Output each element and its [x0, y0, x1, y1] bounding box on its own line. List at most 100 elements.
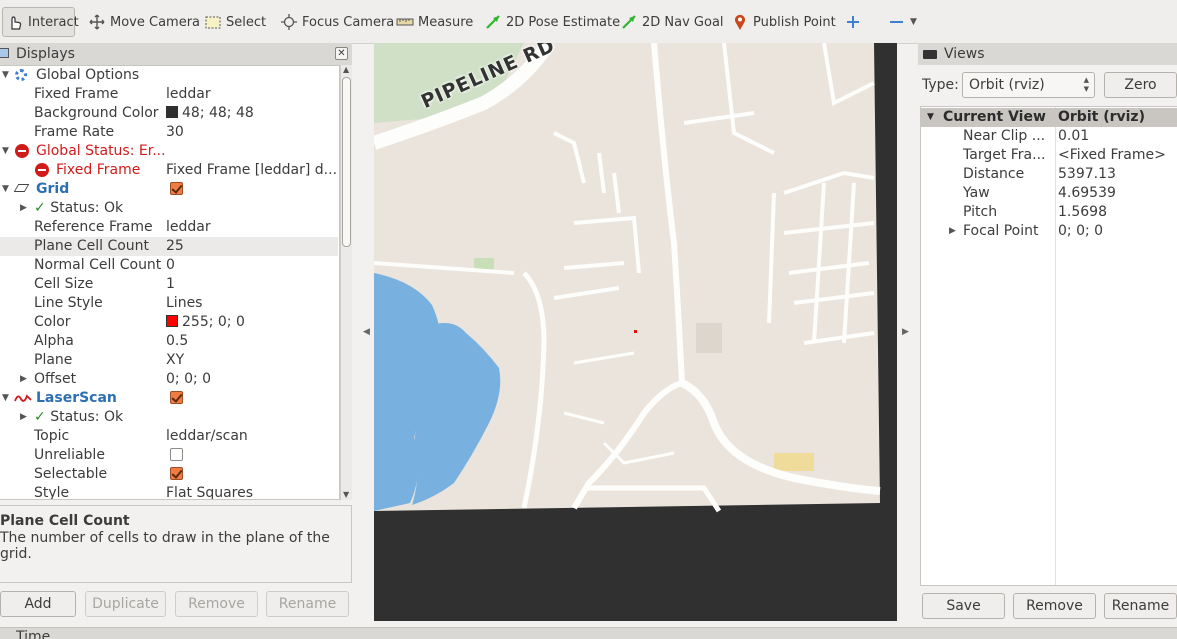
tree-row-name: Style: [34, 485, 70, 500]
tree-row[interactable]: Plane XY: [0, 351, 338, 370]
save-view-button[interactable]: Save: [922, 593, 1005, 619]
collapse-left-icon[interactable]: ◀: [363, 327, 370, 337]
tree-row-value[interactable]: 0: [166, 256, 175, 275]
map-tile-image: [374, 43, 881, 513]
tree-row[interactable]: Fixed Frame leddar: [0, 85, 338, 104]
select-tool-button[interactable]: Select: [204, 8, 266, 36]
tree-row-name: Selectable: [34, 466, 108, 482]
view-property-row[interactable]: Target Fra... <Fixed Frame>: [921, 146, 1177, 165]
nav-goal-tool-button[interactable]: 2D Nav Goal: [620, 8, 724, 36]
publish-point-tool-button[interactable]: Publish Point: [731, 8, 836, 36]
remove-display-button[interactable]: Remove: [175, 591, 258, 617]
tree-row-value[interactable]: 25: [166, 237, 184, 256]
render-viewport[interactable]: PIPELINE RD: [374, 43, 897, 621]
pose-estimate-tool-button[interactable]: 2D Pose Estimate: [484, 8, 620, 36]
tree-row[interactable]: Style Flat Squares: [0, 484, 338, 500]
checkmark-icon: ✓: [34, 409, 46, 425]
tree-row-selected[interactable]: Plane Cell Count 25: [0, 237, 338, 256]
rename-view-button[interactable]: Rename: [1104, 593, 1177, 619]
expand-arrow-icon[interactable]: ▼: [2, 66, 9, 85]
view-property-value[interactable]: 1.5698: [1058, 203, 1107, 222]
view-property-value[interactable]: 5397.13: [1058, 165, 1116, 184]
tree-row-value[interactable]: 1: [166, 275, 175, 294]
current-view-row[interactable]: ▼ Current View Orbit (rviz): [921, 108, 1177, 127]
add-display-button[interactable]: Add: [0, 591, 76, 617]
expand-arrow-icon[interactable]: ▼: [2, 142, 9, 161]
right-splitter-handle[interactable]: ▶: [897, 43, 918, 621]
view-property-row[interactable]: Yaw 4.69539: [921, 184, 1177, 203]
tree-row[interactable]: Reference Frame leddar: [0, 218, 338, 237]
measure-tool-button[interactable]: Measure: [396, 8, 473, 36]
move-camera-tool-button[interactable]: Move Camera: [88, 8, 200, 36]
tree-row[interactable]: ▶ Offset 0; 0; 0: [0, 370, 338, 389]
close-icon[interactable]: ✕: [335, 47, 348, 60]
view-property-value[interactable]: <Fixed Frame>: [1058, 146, 1166, 165]
tree-row[interactable]: ▶ ✓ Status: Ok: [0, 199, 338, 218]
tree-row-value[interactable]: leddar/scan: [166, 427, 248, 446]
expand-arrow-icon[interactable]: ▶: [20, 199, 27, 218]
expand-arrow-icon[interactable]: ▼: [2, 389, 9, 408]
grid-enabled-checkbox[interactable]: [170, 180, 183, 199]
selectable-checkbox[interactable]: [170, 465, 183, 484]
left-splitter-handle[interactable]: ◀: [353, 43, 374, 621]
tree-row-value[interactable]: leddar: [166, 218, 211, 237]
view-property-value[interactable]: 0.01: [1058, 127, 1089, 146]
tree-row-name: Frame Rate: [34, 124, 115, 140]
tree-row[interactable]: Unreliable: [0, 446, 338, 465]
tree-row[interactable]: Line Style Lines: [0, 294, 338, 313]
status-text: Status: Ok: [50, 200, 124, 216]
scrollbar-thumb[interactable]: [342, 77, 351, 247]
view-property-value[interactable]: 4.69539: [1058, 184, 1116, 203]
scroll-down-icon[interactable]: ▼: [343, 490, 349, 499]
tree-row-value[interactable]: leddar: [166, 85, 211, 104]
view-property-row[interactable]: Pitch 1.5698: [921, 203, 1177, 222]
expand-arrow-icon[interactable]: ▼: [2, 180, 9, 199]
tree-row-value[interactable]: Flat Squares: [166, 484, 253, 499]
tree-row-value[interactable]: 0.5: [166, 332, 188, 351]
expand-arrow-icon[interactable]: ▶: [20, 408, 27, 427]
laserscan-enabled-checkbox[interactable]: [170, 389, 183, 408]
displays-scrollbar[interactable]: ▲ ▼: [340, 65, 352, 500]
time-panel-title: Time: [0, 627, 1177, 639]
tree-row[interactable]: Color 255; 0; 0: [0, 313, 338, 332]
unreliable-checkbox[interactable]: [170, 446, 183, 465]
tree-row[interactable]: Background Color 48; 48; 48: [0, 104, 338, 123]
expand-arrow-icon[interactable]: ▶: [20, 370, 27, 389]
remove-tool-menu[interactable]: ▼: [888, 8, 917, 36]
add-tool-button[interactable]: [844, 8, 866, 36]
interact-tool-button[interactable]: Interact: [2, 7, 79, 37]
current-view-label: Current View: [943, 109, 1046, 125]
tree-row[interactable]: Cell Size 1: [0, 275, 338, 294]
tree-row-value[interactable]: Lines: [166, 294, 202, 313]
tree-row[interactable]: Selectable: [0, 465, 338, 484]
expand-arrow-icon[interactable]: ▶: [949, 222, 956, 241]
remove-view-button[interactable]: Remove: [1013, 593, 1096, 619]
tree-row[interactable]: ▼ LaserScan: [0, 389, 338, 408]
tree-row-value[interactable]: 30: [166, 123, 184, 142]
tree-row[interactable]: ▼ Grid: [0, 180, 338, 199]
tree-row[interactable]: Fixed Frame Fixed Frame [leddar] d...: [0, 161, 338, 180]
collapse-right-icon[interactable]: ▶: [902, 327, 909, 337]
view-property-row[interactable]: Near Clip ... 0.01: [921, 127, 1177, 146]
tree-row-value[interactable]: 255; 0; 0: [166, 313, 245, 332]
duplicate-display-button[interactable]: Duplicate: [85, 591, 166, 617]
expand-arrow-icon[interactable]: ▼: [927, 108, 934, 127]
tree-row-value[interactable]: 48; 48; 48: [166, 104, 254, 123]
tree-row[interactable]: ▼ Global Status: Er...: [0, 142, 338, 161]
tree-row[interactable]: Frame Rate 30: [0, 123, 338, 142]
tree-row[interactable]: Alpha 0.5: [0, 332, 338, 351]
tree-row-value[interactable]: 0; 0; 0: [166, 370, 211, 389]
tree-row[interactable]: Topic leddar/scan: [0, 427, 338, 446]
view-property-row[interactable]: ▶ Focal Point 0; 0; 0: [921, 222, 1177, 241]
view-property-value[interactable]: 0; 0; 0: [1058, 222, 1103, 241]
focus-camera-tool-button[interactable]: Focus Camera: [280, 8, 394, 36]
view-type-select[interactable]: Orbit (rviz) ▲ ▼: [962, 72, 1095, 98]
tree-row-value[interactable]: XY: [166, 351, 184, 370]
scroll-up-icon[interactable]: ▲: [343, 65, 349, 74]
view-property-row[interactable]: Distance 5397.13: [921, 165, 1177, 184]
tree-row[interactable]: ▼ Global Options: [0, 66, 338, 85]
rename-display-button[interactable]: Rename: [266, 591, 349, 617]
tree-row[interactable]: ▶ ✓ Status: Ok: [0, 408, 338, 427]
zero-button[interactable]: Zero: [1104, 72, 1177, 98]
tree-row[interactable]: Normal Cell Count 0: [0, 256, 338, 275]
